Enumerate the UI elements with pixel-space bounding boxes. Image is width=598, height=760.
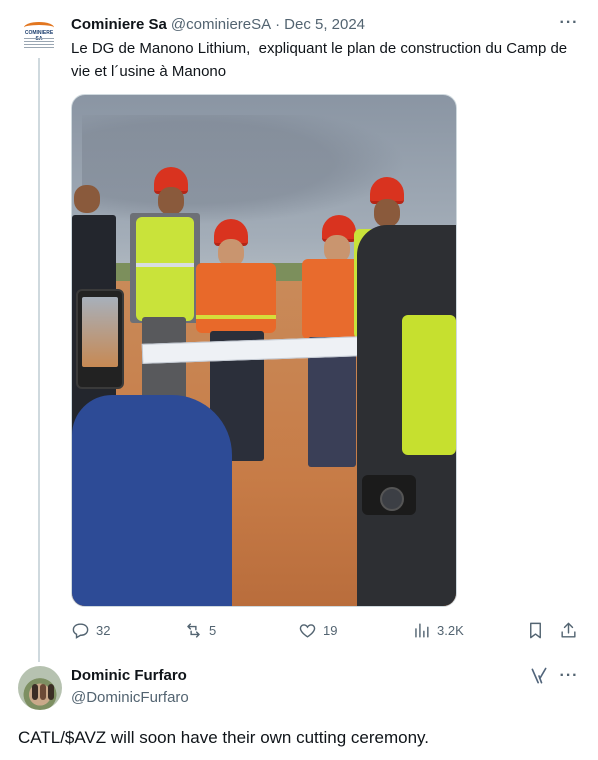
views-icon xyxy=(415,622,429,638)
more-options-icon[interactable]: ··· xyxy=(559,666,579,686)
views-count: 3.2K xyxy=(437,622,464,638)
reflective-stripe xyxy=(136,263,194,267)
views-button[interactable]: 3.2K xyxy=(412,618,464,642)
like-button[interactable]: 19 xyxy=(298,618,337,642)
tweet1-header: Cominiere Sa @cominiereSA · Dec 5, 2024 xyxy=(71,13,365,35)
yellow-vest xyxy=(402,315,456,455)
grok-glyph xyxy=(531,667,547,684)
author-handle[interactable]: @cominiereSA xyxy=(171,16,271,33)
tweet-date[interactable]: Dec 5, 2024 xyxy=(284,16,365,33)
separator-dot: · xyxy=(275,15,281,33)
reflective-stripe xyxy=(196,315,276,319)
cominiere-avatar[interactable]: COMINIERE SA xyxy=(18,14,60,56)
share-icon xyxy=(561,622,576,638)
person-head xyxy=(158,187,184,215)
tweet1-text: Le DG de Manono Lithium, expliquant le p… xyxy=(71,40,572,80)
camera-lens xyxy=(380,487,404,511)
camera xyxy=(362,475,416,515)
orange-vest xyxy=(196,263,276,333)
reply-icon xyxy=(72,622,89,639)
person-head xyxy=(74,185,100,213)
tweet2-text: CATL/$AVZ will soon have their own cutti… xyxy=(18,728,430,747)
avatar-figure xyxy=(48,684,54,700)
reply-button[interactable]: 32 xyxy=(71,618,110,642)
site-visit-photo[interactable] xyxy=(71,94,457,607)
dominic-avatar[interactable] xyxy=(18,666,62,710)
tweet-thread: COMINIERE SA Cominiere Sa @cominiereSA ·… xyxy=(0,0,598,760)
bookmark-icon xyxy=(530,622,541,638)
author-handle[interactable]: @DominicFurfaro xyxy=(71,689,189,706)
person-head xyxy=(374,199,400,227)
grok-icon[interactable] xyxy=(529,666,549,686)
heart-icon xyxy=(299,623,316,638)
retweet-icon xyxy=(187,622,200,638)
author-name[interactable]: Cominiere Sa xyxy=(71,16,167,33)
retweet-count: 5 xyxy=(209,622,217,638)
avatar-logo-lines xyxy=(24,38,54,48)
blue-sleeve-foreground xyxy=(72,395,232,606)
yellow-vest xyxy=(136,217,194,321)
thread-connector xyxy=(38,58,40,662)
retweet-button[interactable]: 5 xyxy=(184,618,216,642)
smartphone-camera xyxy=(76,289,124,389)
like-count: 19 xyxy=(323,622,338,638)
author-name[interactable]: Dominic Furfaro xyxy=(71,667,187,684)
avatar-figure xyxy=(32,684,38,700)
reply-count: 32 xyxy=(96,622,111,638)
tweet1-actions: 32 5 19 3.2K xyxy=(71,618,581,642)
share-button[interactable] xyxy=(559,618,584,642)
more-options-icon[interactable]: ··· xyxy=(559,13,579,33)
avatar-figure xyxy=(40,684,46,700)
phone-screen xyxy=(82,297,118,367)
bookmark-button[interactable] xyxy=(526,618,551,642)
